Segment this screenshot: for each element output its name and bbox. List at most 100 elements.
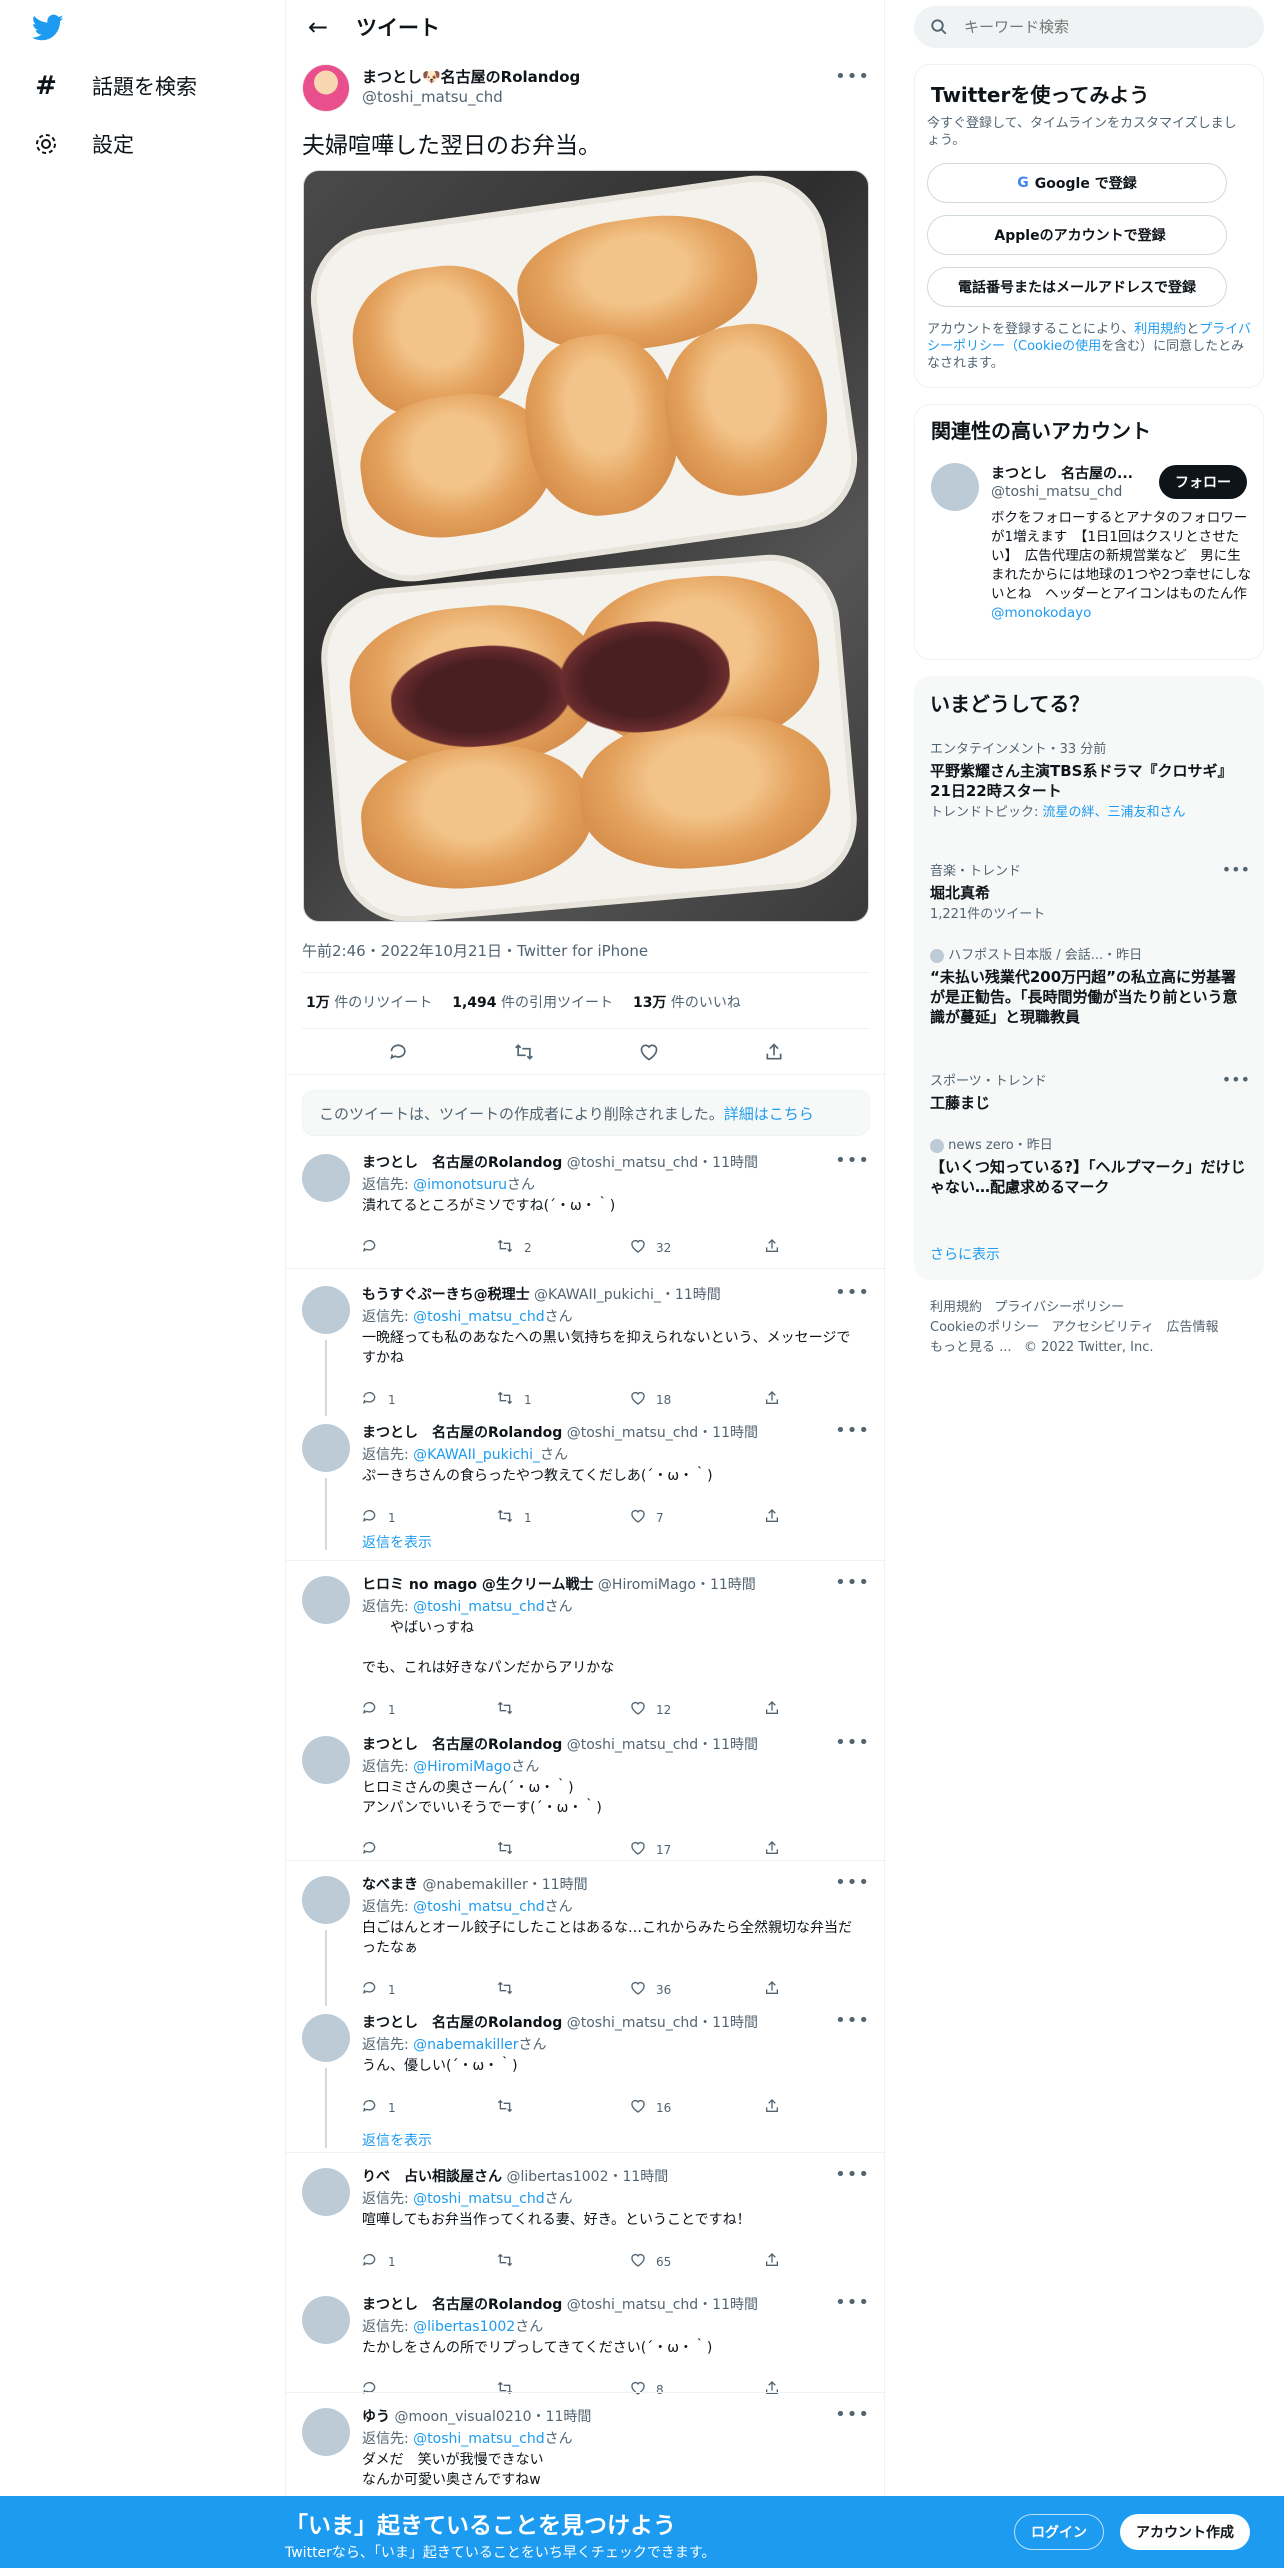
retweet-icon[interactable]	[506, 1038, 542, 1066]
footer-more[interactable]: もっと見る ...	[930, 1340, 1012, 1355]
twitter-logo-icon[interactable]	[32, 14, 64, 42]
more-options-icon[interactable]: •••	[835, 66, 870, 87]
reply-author-handle[interactable]: @toshi_matsu_chd・11時間	[567, 1155, 758, 1171]
retweet-button[interactable]	[496, 2098, 630, 2118]
trend-item[interactable]: news zero・昨日 【いくつ知っている?】「ヘルプマーク」だけじゃない…配…	[930, 1134, 1250, 1197]
reply-author-name[interactable]: まつとし 名古屋のRolandog	[362, 1155, 562, 1171]
reply-button[interactable]	[362, 2380, 496, 2400]
retweet-button[interactable]	[496, 2380, 630, 2400]
avatar[interactable]	[302, 2296, 350, 2344]
reply-to-mention[interactable]: @libertas1002	[413, 2319, 515, 2335]
share-button[interactable]	[764, 2098, 898, 2118]
like-button[interactable]: 17	[630, 1840, 764, 1860]
more-options-icon[interactable]: •••	[835, 1150, 870, 1171]
reply-to-mention[interactable]: @toshi_matsu_chd	[413, 1599, 544, 1615]
share-button[interactable]	[764, 2252, 898, 2272]
learn-more-link[interactable]: 詳細はこちら	[724, 1103, 814, 1124]
more-options-icon[interactable]: •••	[1222, 1070, 1250, 1089]
quote-count[interactable]: 1,494 件の引用ツイート	[452, 992, 613, 1012]
like-button[interactable]: 8	[630, 2380, 764, 2400]
show-more-link[interactable]: さらに表示	[930, 1244, 1000, 1264]
reply-to-mention[interactable]: @toshi_matsu_chd	[413, 2431, 544, 2447]
reply-to-mention[interactable]: @toshi_matsu_chd	[413, 1899, 544, 1915]
reply-to-mention[interactable]: @imonotsuru	[413, 1177, 507, 1193]
reply-to-mention[interactable]: @KAWAII_pukichi_	[413, 1447, 540, 1463]
terms-link[interactable]: 利用規約	[1134, 322, 1186, 337]
retweet-count[interactable]: 1万 件のリツイート	[306, 992, 432, 1012]
like-button[interactable]: 7	[630, 1508, 764, 1528]
reply-author-handle[interactable]: @HiromiMago・11時間	[598, 1577, 756, 1593]
share-button[interactable]	[764, 1390, 898, 1410]
reply-button[interactable]	[362, 1238, 496, 1258]
bio-mention-link[interactable]: @monokodayo	[991, 605, 1091, 621]
phone-email-signup-button[interactable]: 電話番号またはメールアドレスで登録	[927, 267, 1227, 307]
trend-item[interactable]: エンタテインメント・33 分前 平野紫耀さん主演TBS系ドラマ『クロサギ』21日…	[930, 738, 1250, 821]
reply-button[interactable]: 1	[362, 2252, 496, 2272]
tweet-photo[interactable]	[303, 170, 869, 922]
more-options-icon[interactable]: •••	[1222, 860, 1250, 879]
reply-author-name[interactable]: なべまき	[362, 1877, 418, 1893]
retweet-button[interactable]: 1	[496, 1390, 630, 1410]
author-handle[interactable]: @toshi_matsu_chd	[362, 88, 503, 106]
reply-author-name[interactable]: まつとし 名古屋のRolandog	[362, 1737, 562, 1753]
avatar[interactable]	[931, 463, 979, 511]
share-button[interactable]	[764, 1980, 898, 2000]
search-box[interactable]	[914, 6, 1264, 48]
avatar[interactable]	[302, 2168, 350, 2216]
reply-author-handle[interactable]: @toshi_matsu_chd・11時間	[567, 2297, 758, 2313]
reply-author-name[interactable]: もうすぐぷーきち@税理士	[362, 1287, 530, 1303]
author-name[interactable]: まつとし🐶名古屋のRolandog	[362, 66, 580, 87]
tweet-timestamp[interactable]: 午前2:46・2022年10月21日・Twitter for iPhone	[302, 940, 648, 961]
footer-terms[interactable]: 利用規約	[930, 1300, 982, 1315]
reply-to-mention[interactable]: @toshi_matsu_chd	[413, 1309, 544, 1325]
back-arrow-icon[interactable]: ←	[290, 0, 346, 54]
share-button[interactable]	[764, 1508, 898, 1528]
reply-button[interactable]: 1	[362, 1508, 496, 1528]
reply-author-handle[interactable]: @nabemakiller・11時間	[422, 1877, 587, 1893]
share-icon[interactable]	[756, 1038, 792, 1066]
share-button[interactable]	[764, 1700, 898, 1720]
reply-author-name[interactable]: ヒロミ no mago @生クリーム戦士	[362, 1577, 593, 1593]
nav-explore[interactable]: # 話題を検索	[32, 66, 197, 106]
more-options-icon[interactable]: •••	[835, 2404, 870, 2425]
like-button[interactable]: 65	[630, 2252, 764, 2272]
related-account-handle[interactable]: @toshi_matsu_chd	[991, 484, 1122, 500]
avatar[interactable]	[302, 1424, 350, 1472]
more-options-icon[interactable]: •••	[835, 1420, 870, 1441]
like-button[interactable]: 16	[630, 2098, 764, 2118]
login-button[interactable]: ログイン	[1014, 2514, 1104, 2550]
footer-ads[interactable]: 広告情報	[1167, 1320, 1219, 1335]
footer-accessibility[interactable]: アクセシビリティ	[1052, 1320, 1155, 1335]
retweet-button[interactable]: 1	[496, 1508, 630, 1528]
like-icon[interactable]	[631, 1038, 667, 1066]
like-button[interactable]: 12	[630, 1700, 764, 1720]
more-options-icon[interactable]: •••	[835, 1732, 870, 1753]
reply-author-name[interactable]: まつとし 名古屋のRolandog	[362, 1425, 562, 1441]
more-options-icon[interactable]: •••	[835, 2010, 870, 2031]
follow-button[interactable]: フォロー	[1159, 465, 1247, 499]
trend-item[interactable]: ••• 音楽・トレンド 堀北真希 1,221件のツイート	[930, 860, 1250, 923]
trend-item[interactable]: ••• スポーツ・トレンド 工藤まじ	[930, 1070, 1250, 1113]
retweet-button[interactable]	[496, 1840, 630, 1860]
retweet-button[interactable]	[496, 1700, 630, 1720]
reply-author-handle[interactable]: @toshi_matsu_chd・11時間	[567, 1737, 758, 1753]
reply-author-handle[interactable]: @KAWAII_pukichi_・11時間	[534, 1287, 721, 1303]
related-account-name[interactable]: まつとし 名古屋の...	[991, 463, 1133, 483]
share-button[interactable]	[764, 2380, 898, 2400]
trend-item[interactable]: ハフポスト日本版 / 会話...・昨日 “未払い残業代200万円超”の私立高に労…	[930, 944, 1250, 1027]
retweet-button[interactable]: 2	[496, 1238, 630, 1258]
avatar[interactable]	[302, 1154, 350, 1202]
reply-author-name[interactable]: まつとし 名古屋のRolandog	[362, 2297, 562, 2313]
reply-button[interactable]	[362, 1840, 496, 1860]
reply-button[interactable]: 1	[362, 2098, 496, 2118]
reply-button[interactable]: 1	[362, 1980, 496, 2000]
more-options-icon[interactable]: •••	[835, 2164, 870, 2185]
reply-button[interactable]: 1	[362, 1390, 496, 1410]
like-button[interactable]: 36	[630, 1980, 764, 2000]
reply-author-handle[interactable]: @toshi_matsu_chd・11時間	[567, 1425, 758, 1441]
avatar[interactable]	[302, 1576, 350, 1624]
reply-author-handle[interactable]: @libertas1002・11時間	[506, 2169, 668, 2185]
avatar[interactable]	[302, 64, 350, 112]
more-options-icon[interactable]: •••	[835, 1572, 870, 1593]
nav-settings[interactable]: 設定	[32, 124, 134, 164]
